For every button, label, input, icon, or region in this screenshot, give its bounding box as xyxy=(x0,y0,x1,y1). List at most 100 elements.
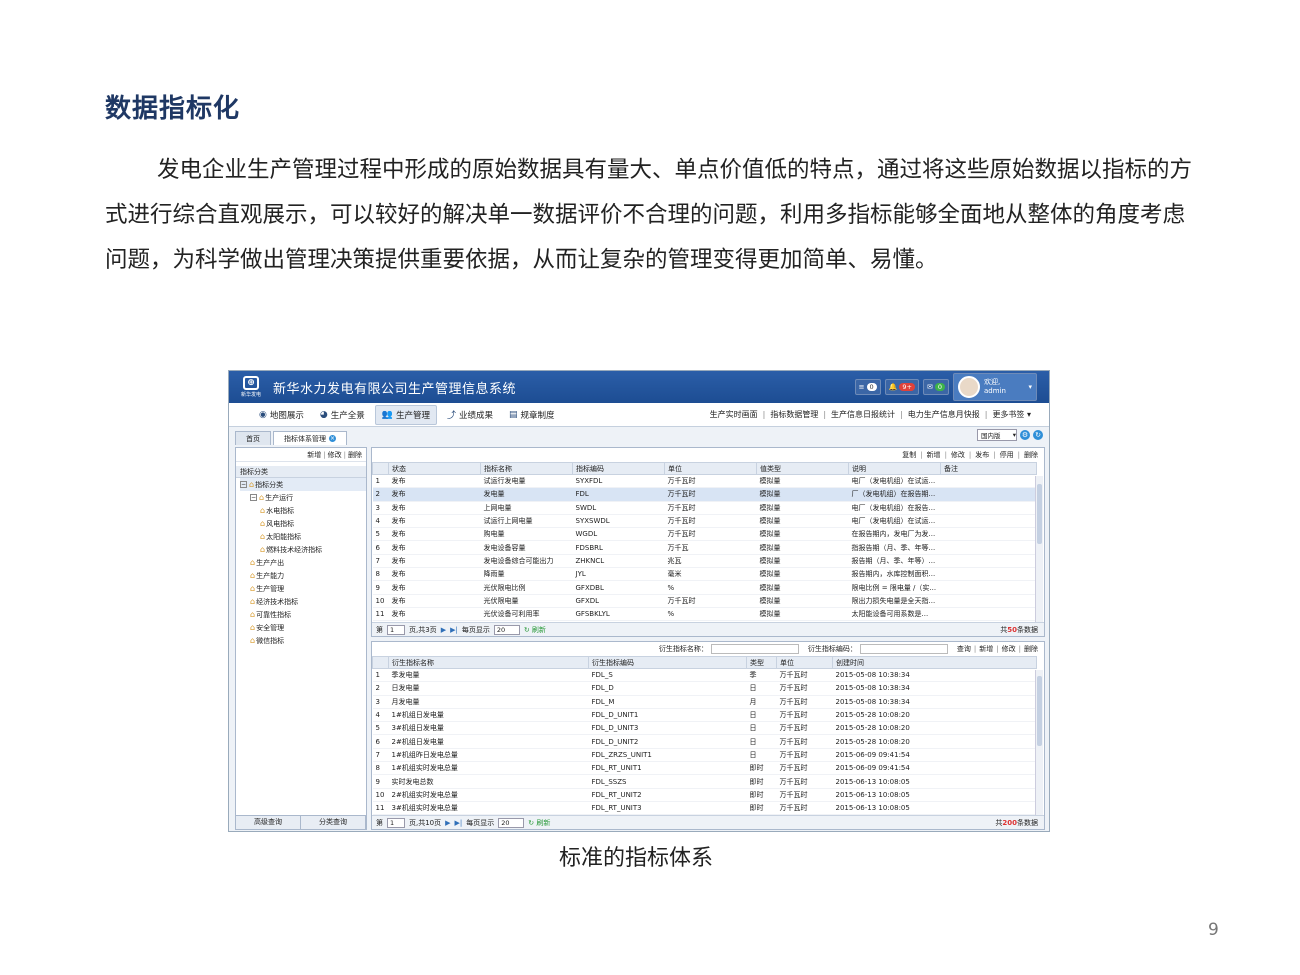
tree-node[interactable]: ⌂ 微信指标 xyxy=(240,634,366,647)
indicator-action-button[interactable]: 停用 xyxy=(1000,450,1014,460)
page-input[interactable]: 1 xyxy=(387,624,405,635)
category-action-button[interactable]: 修改 xyxy=(328,450,342,460)
task-list-button[interactable]: ≡ 0 xyxy=(854,379,881,395)
tree-node[interactable]: ⌂ 燃料技术经济指标 xyxy=(240,543,366,556)
column-header[interactable]: 指标编码 xyxy=(572,462,665,475)
derived-action-button[interactable]: 新增 xyxy=(979,644,993,654)
tree-node[interactable]: ⌂ 生产管理 xyxy=(240,582,366,595)
scrollbar[interactable] xyxy=(1035,476,1043,622)
table-row[interactable]: 2 发布 发电量 FDL 万千瓦时 模拟量 厂（发电机组）在报告期... xyxy=(372,487,1037,502)
column-header[interactable] xyxy=(372,656,389,669)
derived-name-input[interactable] xyxy=(710,644,799,654)
refresh-button[interactable]: ↻ 刷新 xyxy=(528,818,550,828)
table-row[interactable]: 5 3#机组日发电量 FDL_D_UNIT3 日万千瓦时 2015-05-28 10:0… xyxy=(372,721,1037,736)
category-action-button[interactable]: 新增 xyxy=(307,450,321,460)
column-header[interactable]: 单位 xyxy=(664,462,757,475)
table-row[interactable]: 10 发布 光伏限电量 GFXDL 万千瓦时 模拟量 限出力损失电量是全天指... xyxy=(372,594,1037,608)
table-row[interactable]: 11 发布 光伏设备可利用率 GFSBKLYL% 模拟量 太阳能设备可用系数是... xyxy=(372,607,1037,622)
tree-node[interactable]: ⌂ 风电指标 xyxy=(240,517,366,530)
table-row[interactable]: 3 月发电量 FDL_M 月万千瓦时 2015-05-08 10:38:34 xyxy=(372,695,1037,709)
derived-code-input[interactable] xyxy=(859,644,948,654)
advanced-search-tab[interactable]: 高级查询 xyxy=(236,816,301,829)
table-row[interactable]: 6 2#机组日发电量 FDL_D_UNIT2 日万千瓦时 2015-05-28 10:0… xyxy=(372,734,1037,749)
bookmark-link[interactable]: 电力生产信息月快报 xyxy=(908,409,980,420)
table-row[interactable]: 5 发布 购电量 WGDL 万千瓦时 模拟量 在报告期内，发电厂为发... xyxy=(372,527,1037,542)
derived-action-button[interactable]: 查询 xyxy=(957,644,971,654)
indicator-action-button[interactable]: 新增 xyxy=(927,450,941,460)
indicator-action-button[interactable]: 发布 xyxy=(975,450,989,460)
column-header[interactable] xyxy=(372,462,389,475)
bookmark-link[interactable]: 生产实时画面 xyxy=(710,409,758,420)
tree-node[interactable]: − ⌂ 指标分类 xyxy=(240,478,366,491)
indicator-action-button[interactable]: 复制 xyxy=(902,450,916,460)
nav-item-3[interactable]: ⤴ 业绩成果 xyxy=(441,405,499,425)
derived-action-button[interactable]: 修改 xyxy=(1002,644,1016,654)
column-header[interactable]: 状态 xyxy=(388,462,481,475)
bookmark-link[interactable]: 指标数据管理 xyxy=(770,409,818,420)
table-row[interactable]: 9 实时发电总数 FDL_SSZS 即时 万千瓦时 2015-06-13 10:08:05 xyxy=(372,774,1037,789)
column-header[interactable]: 单位 xyxy=(776,656,833,669)
table-row[interactable]: 7 1#机组昨日发电总量 FDL_ZRZS_UNIT1 日万千瓦时 2015-06-09… xyxy=(372,748,1037,763)
close-icon[interactable]: × xyxy=(329,435,336,442)
collapse-icon[interactable]: − xyxy=(250,494,257,501)
settings-icon[interactable]: ⚙ xyxy=(1020,430,1030,440)
column-header[interactable]: 值类型 xyxy=(756,462,849,475)
next-page-icon[interactable]: ▶ xyxy=(441,626,446,634)
tree-node[interactable]: ⌂ 可靠性指标 xyxy=(240,608,366,621)
nav-item-0[interactable]: ◉ 地图展示 xyxy=(253,405,310,425)
user-menu[interactable]: 欢迎, admin ▾ xyxy=(953,373,1037,401)
column-header[interactable]: 指标名称 xyxy=(480,462,573,475)
table-row[interactable]: 8 发布 降雨量 JYL 毫米 模拟量 报告期内，水库控制面积... xyxy=(372,567,1037,582)
tree-node[interactable]: ⌂ 经济技术指标 xyxy=(240,595,366,608)
table-row[interactable]: 6 发布 发电设备容量 FDSBRL 万千瓦 模拟量 指报告期（月、季、年等... xyxy=(372,540,1037,555)
next-page-icon[interactable]: ▶ xyxy=(445,819,450,827)
tab-indicator-system[interactable]: 指标体系管理 × xyxy=(273,431,347,445)
table-row[interactable]: 8 1#机组实时发电总量 FDL_RT_UNIT1 即时 万千瓦时 2015-06-09 … xyxy=(372,761,1037,776)
mail-button[interactable]: ✉ 0 xyxy=(922,379,949,395)
table-row[interactable]: 10 2#机组实时发电总量 FDL_RT_UNIT2 即时 万千瓦时 2015-06-13… xyxy=(372,788,1037,802)
refresh-button[interactable]: ↻ 刷新 xyxy=(524,625,546,635)
table-row[interactable]: 1 季发电量 FDL_S 季万千瓦时 2015-05-08 10:38:34 xyxy=(372,668,1037,683)
tree-node[interactable]: ⌂ 生产产出 xyxy=(240,556,366,569)
table-row[interactable]: 1 发布 试运行发电量 SYXFDL 万千瓦时 模拟量 电厂（发电机组）在试运... xyxy=(372,474,1037,489)
tree-node[interactable]: ⌂ 生产能力 xyxy=(240,569,366,582)
table-row[interactable]: 7 发布 发电设备综合可能出力 ZHKNCL 兆瓦 模拟量 报告期（月、季、年等）... xyxy=(372,554,1037,569)
tree-node[interactable]: ⌂ 太阳能指标 xyxy=(240,530,366,543)
column-header[interactable]: 衍生指标编码 xyxy=(588,656,747,669)
table-row[interactable]: 3 发布 上网电量 SWDL 万千瓦时 模拟量 电厂（发电机组）在报告... xyxy=(372,501,1037,515)
category-action-button[interactable]: 删除 xyxy=(348,450,362,460)
scrollbar[interactable] xyxy=(1035,670,1043,816)
last-page-icon[interactable]: ▶| xyxy=(450,626,458,634)
category-search-tab[interactable]: 分类查询 xyxy=(301,816,366,829)
page-input[interactable]: 1 xyxy=(387,817,405,828)
indicator-action-button[interactable]: 删除 xyxy=(1024,450,1038,460)
bookmark-link[interactable]: 更多书签 ▾ xyxy=(992,409,1031,420)
notification-button[interactable]: 🔔 9+ xyxy=(884,379,919,395)
table-row[interactable]: 4 发布 试运行上网电量 SYXSWDL 万千瓦时 模拟量 电厂（发电机组）在试运... xyxy=(372,514,1037,529)
column-header[interactable]: 类型 xyxy=(746,656,777,669)
column-header[interactable]: 创建时间 xyxy=(832,656,1037,669)
page-size-select[interactable]: 20 xyxy=(493,624,520,635)
collapse-icon[interactable]: − xyxy=(240,481,247,488)
table-row[interactable]: 11 3#机组实时发电总量 FDL_RT_UNIT3 即时 万千瓦时 2015-06-13… xyxy=(372,801,1037,816)
indicator-action-button[interactable]: 修改 xyxy=(951,450,965,460)
table-row[interactable]: 2 日发电量 FDL_D 日万千瓦时 2015-05-08 10:38:34 xyxy=(372,681,1037,696)
tree-node[interactable]: ⌂ 安全管理 xyxy=(240,621,366,634)
table-row[interactable]: 9 发布 光伏限电比例 GFXDBL% 模拟量 限电比例 = 限电量 /（实... xyxy=(372,580,1037,595)
bookmark-link[interactable]: 生产信息日报统计 xyxy=(831,409,895,420)
last-page-icon[interactable]: ▶| xyxy=(455,819,463,827)
version-select[interactable]: 国内版 ▾ xyxy=(977,429,1017,441)
column-header[interactable]: 衍生指标名称 xyxy=(388,656,589,669)
nav-item-1[interactable]: ◕ 生产全景 xyxy=(314,405,371,425)
page-size-select[interactable]: 20 xyxy=(498,817,525,828)
tree-node[interactable]: − ⌂ 生产运行 xyxy=(240,491,366,504)
derived-action-button[interactable]: 删除 xyxy=(1024,644,1038,654)
nav-item-2[interactable]: 👥 生产管理 xyxy=(374,404,437,425)
column-header[interactable]: 说明 xyxy=(848,462,941,475)
column-header[interactable]: 备注 xyxy=(940,462,1037,475)
tree-node[interactable]: ⌂ 水电指标 xyxy=(240,504,366,517)
tab-home[interactable]: 首页 xyxy=(235,431,271,445)
nav-item-4[interactable]: ▤ 规章制度 xyxy=(503,405,561,425)
table-row[interactable]: 4 1#机组日发电量 FDL_D_UNIT1 日万千瓦时 2015-05-28 10:0… xyxy=(372,708,1037,723)
refresh-icon[interactable]: ↻ xyxy=(1033,430,1043,440)
